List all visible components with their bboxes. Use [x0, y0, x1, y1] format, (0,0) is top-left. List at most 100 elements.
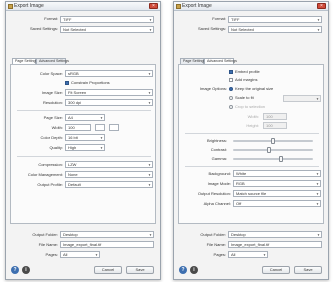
contrast-slider[interactable]	[233, 147, 313, 153]
divider	[185, 133, 319, 134]
window-title: Export Image	[14, 3, 44, 9]
format-value: TIFF	[63, 17, 72, 22]
format-select[interactable]: TIFF ▼	[228, 16, 322, 23]
pages-value: All	[63, 252, 68, 257]
output-folder-select[interactable]: Desktop ▼	[228, 231, 322, 238]
chevron-down-icon: ▼	[316, 182, 319, 186]
chevron-down-icon: ▼	[100, 116, 103, 120]
info-icon[interactable]: i	[22, 266, 30, 274]
save-button[interactable]: Save	[126, 266, 154, 274]
checkbox-box	[229, 70, 233, 74]
chevron-down-icon: ▼	[148, 91, 151, 95]
color-space-value: sRGB	[68, 71, 79, 76]
slider-label: Brightness:	[206, 138, 227, 143]
brightness-slider[interactable]	[233, 138, 313, 144]
saved-settings-select[interactable]: Not Selected ▼	[60, 26, 154, 33]
field-label: Background:	[208, 171, 231, 176]
pages-value: All	[231, 252, 236, 257]
color-space-select[interactable]: sRGB ▼	[65, 70, 153, 77]
chevron-down-icon: ▼	[149, 233, 152, 237]
slider-thumb[interactable]	[267, 147, 271, 153]
slider-thumb[interactable]	[279, 156, 283, 162]
compression-select[interactable]: LZW ▼	[65, 161, 153, 168]
app-icon	[176, 4, 181, 9]
width-input[interactable]: 100	[65, 124, 91, 131]
divider	[17, 110, 151, 111]
close-icon[interactable]: ×	[149, 3, 158, 9]
saved-settings-select[interactable]: Not Selected ▼	[228, 26, 322, 33]
gamma-slider[interactable]	[233, 156, 313, 162]
filename-input[interactable]: Image_export_final.tif	[60, 241, 154, 248]
constrain-proportions-checkbox[interactable]: Constrain Proportions	[65, 80, 110, 86]
saved-settings-value: Not Selected	[231, 27, 254, 32]
chevron-down-icon: ▼	[316, 172, 319, 176]
height-input[interactable]	[95, 124, 105, 131]
chevron-down-icon: ▼	[148, 183, 151, 187]
output-folder-value: Desktop	[231, 232, 246, 237]
keep-original-size-radio[interactable]: Keep the original size	[229, 86, 273, 92]
divider	[17, 156, 151, 157]
output-profile-value: Default	[68, 182, 81, 187]
image-mode-select[interactable]: RGB ▼	[233, 180, 321, 187]
quality-select[interactable]: High ▼	[65, 144, 105, 151]
add-margins-checkbox[interactable]: Add margins	[229, 77, 257, 83]
alpha-channel-value: Off	[236, 201, 242, 206]
size-preset-select[interactable]: ▼	[283, 95, 321, 102]
color-management-select[interactable]: None ▼	[65, 171, 153, 178]
close-icon[interactable]: ×	[317, 3, 326, 9]
image-size-select[interactable]: Fit Screen ▼	[65, 89, 153, 96]
quality-value: High	[68, 145, 77, 150]
field-label: Quality:	[49, 145, 63, 150]
chevron-down-icon: ▼	[100, 136, 103, 140]
disabled-height-input[interactable]: 100	[263, 122, 287, 129]
chevron-down-icon: ▼	[317, 18, 320, 22]
cancel-button[interactable]: Cancel	[94, 266, 122, 274]
title-bar[interactable]: Export Image ×	[174, 2, 328, 11]
field-label: Resolution:	[42, 100, 63, 105]
field-label: Page Size:	[43, 115, 63, 120]
chevron-down-icon: ▼	[316, 97, 319, 101]
title-bar[interactable]: Export Image ×	[6, 2, 160, 11]
chevron-down-icon: ▼	[148, 101, 151, 105]
chevron-down-icon: ▼	[316, 192, 319, 196]
output-folder-label: Output Folder:	[32, 232, 58, 237]
format-label: Format:	[212, 16, 226, 21]
unit-input[interactable]	[109, 124, 119, 131]
output-resolution-select[interactable]: Match source file ▼	[233, 190, 321, 197]
image-size-value: Fit Screen	[68, 90, 87, 95]
slider-track	[233, 158, 313, 160]
disabled-width-input[interactable]: 100	[263, 113, 287, 120]
color-depth-select[interactable]: 16 bit ▼	[65, 134, 105, 141]
disabled-width-label: Width:	[247, 114, 259, 119]
checkbox-box	[65, 81, 69, 85]
info-icon[interactable]: i	[190, 266, 198, 274]
save-button[interactable]: Save	[294, 266, 322, 274]
crop-to-selection-radio[interactable]: Crop to selection	[229, 104, 265, 110]
pages-select[interactable]: All ▼	[228, 251, 268, 258]
help-icon[interactable]: ?	[179, 266, 187, 274]
export-dialog-advanced-settings: Export Image × Format: TIFF ▼ Saved Sett…	[173, 1, 329, 280]
image-options-label: Image Options:	[199, 86, 227, 91]
background-select[interactable]: White ▼	[233, 170, 321, 177]
divider	[185, 166, 319, 167]
format-select[interactable]: TIFF ▼	[60, 16, 154, 23]
output-profile-select[interactable]: Default ▼	[65, 181, 153, 188]
page-settings-panel: Color Space: sRGB ▼ Constrain Proportion…	[10, 64, 156, 224]
embed-profile-checkbox[interactable]: Embed profile	[229, 69, 260, 75]
alpha-channel-select[interactable]: Off ▼	[233, 200, 321, 207]
chevron-down-icon: ▼	[317, 28, 320, 32]
cancel-button[interactable]: Cancel	[262, 266, 290, 274]
help-icon[interactable]: ?	[11, 266, 19, 274]
output-folder-label: Output Folder:	[200, 232, 226, 237]
resolution-select[interactable]: 300 dpi ▼	[65, 99, 153, 106]
output-folder-select[interactable]: Desktop ▼	[60, 231, 154, 238]
slider-thumb[interactable]	[271, 138, 275, 144]
filename-input[interactable]: Image_export_final.tif	[228, 241, 322, 248]
field-label: Output Resolution:	[197, 191, 231, 196]
page-size-select[interactable]: A4 ▼	[65, 114, 105, 121]
scale-to-fit-radio[interactable]: Scale to fit	[229, 95, 254, 101]
chevron-down-icon: ▼	[148, 163, 151, 167]
window-title: Export Image	[182, 3, 212, 9]
pages-select[interactable]: All ▼	[60, 251, 100, 258]
field-label: Output Profile:	[37, 182, 63, 187]
